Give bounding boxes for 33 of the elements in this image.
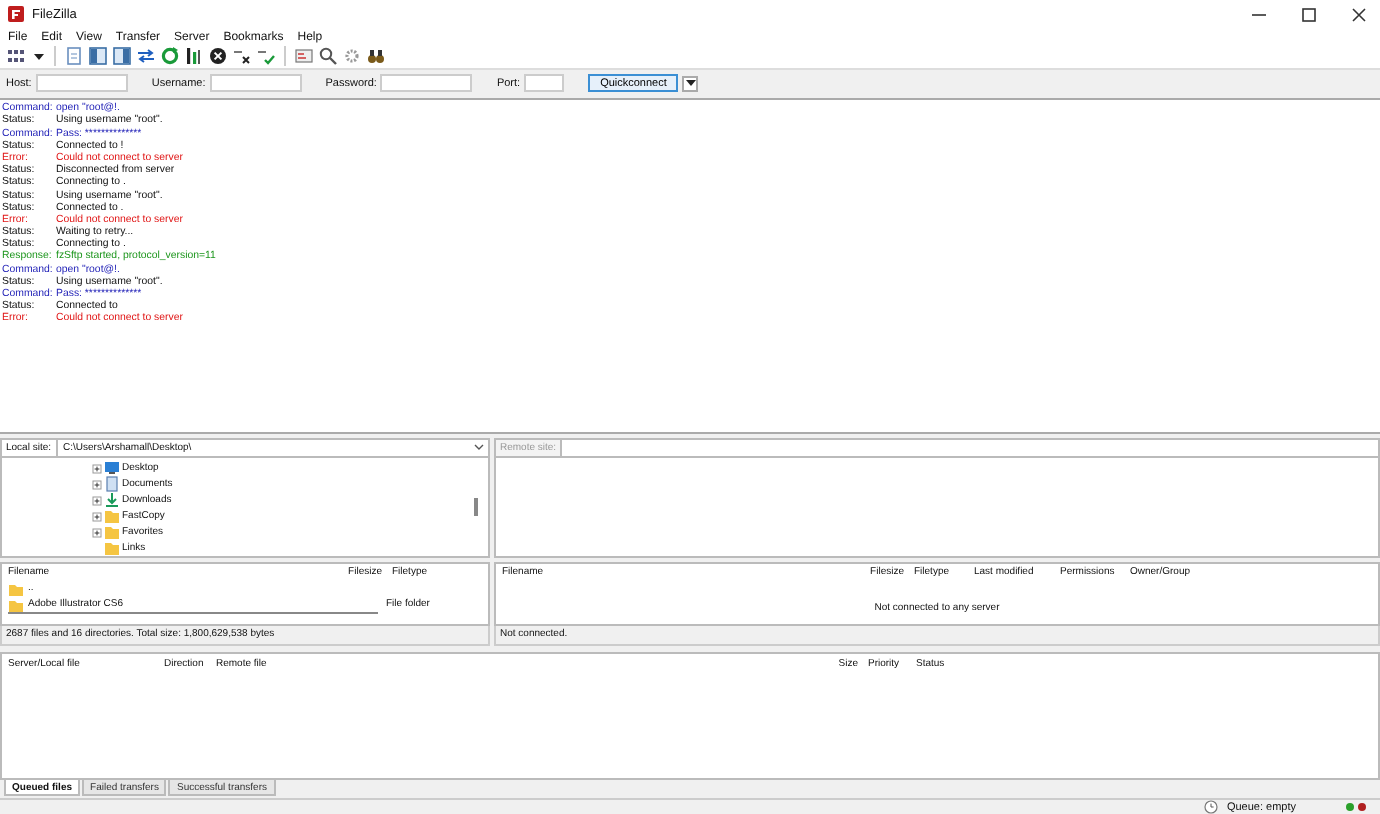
- reconnect-icon[interactable]: [256, 46, 276, 67]
- app-logo-icon: [8, 6, 24, 23]
- desktop-icon: [104, 460, 120, 477]
- input-field[interactable]: [524, 74, 565, 93]
- maximize-icon[interactable]: [1300, 5, 1318, 24]
- clock-icon: [1204, 800, 1219, 814]
- disconnect-icon[interactable]: [232, 46, 252, 67]
- caret-icon: [685, 79, 696, 88]
- status-lights-icon: [1344, 802, 1368, 813]
- expand-icon[interactable]: [92, 479, 102, 490]
- cancel-icon[interactable]: [208, 46, 228, 67]
- search-icon[interactable]: [318, 46, 338, 67]
- scrollbar[interactable]: [474, 498, 478, 517]
- panel-icon[interactable]: [112, 46, 132, 67]
- binoculars-icon[interactable]: [366, 46, 386, 67]
- download-icon: [104, 492, 120, 509]
- list-icon[interactable]: [294, 46, 314, 67]
- expand-icon[interactable]: [92, 463, 102, 474]
- grid-icon[interactable]: [6, 46, 26, 67]
- dropdown-button[interactable]: [682, 75, 699, 92]
- expand-icon[interactable]: [92, 495, 102, 506]
- bars-icon[interactable]: [184, 46, 204, 67]
- close-icon[interactable]: [1350, 5, 1368, 24]
- input-field[interactable]: [35, 74, 128, 93]
- scrollbar[interactable]: [8, 612, 378, 615]
- document-icon: [104, 476, 120, 493]
- arrows-icon[interactable]: [136, 46, 156, 67]
- expand-icon[interactable]: [92, 511, 102, 522]
- input-field[interactable]: [209, 74, 302, 93]
- input-field[interactable]: [380, 74, 473, 93]
- panel-icon[interactable]: [88, 46, 108, 67]
- expand-icon[interactable]: [92, 527, 102, 538]
- refresh-icon[interactable]: [160, 46, 180, 67]
